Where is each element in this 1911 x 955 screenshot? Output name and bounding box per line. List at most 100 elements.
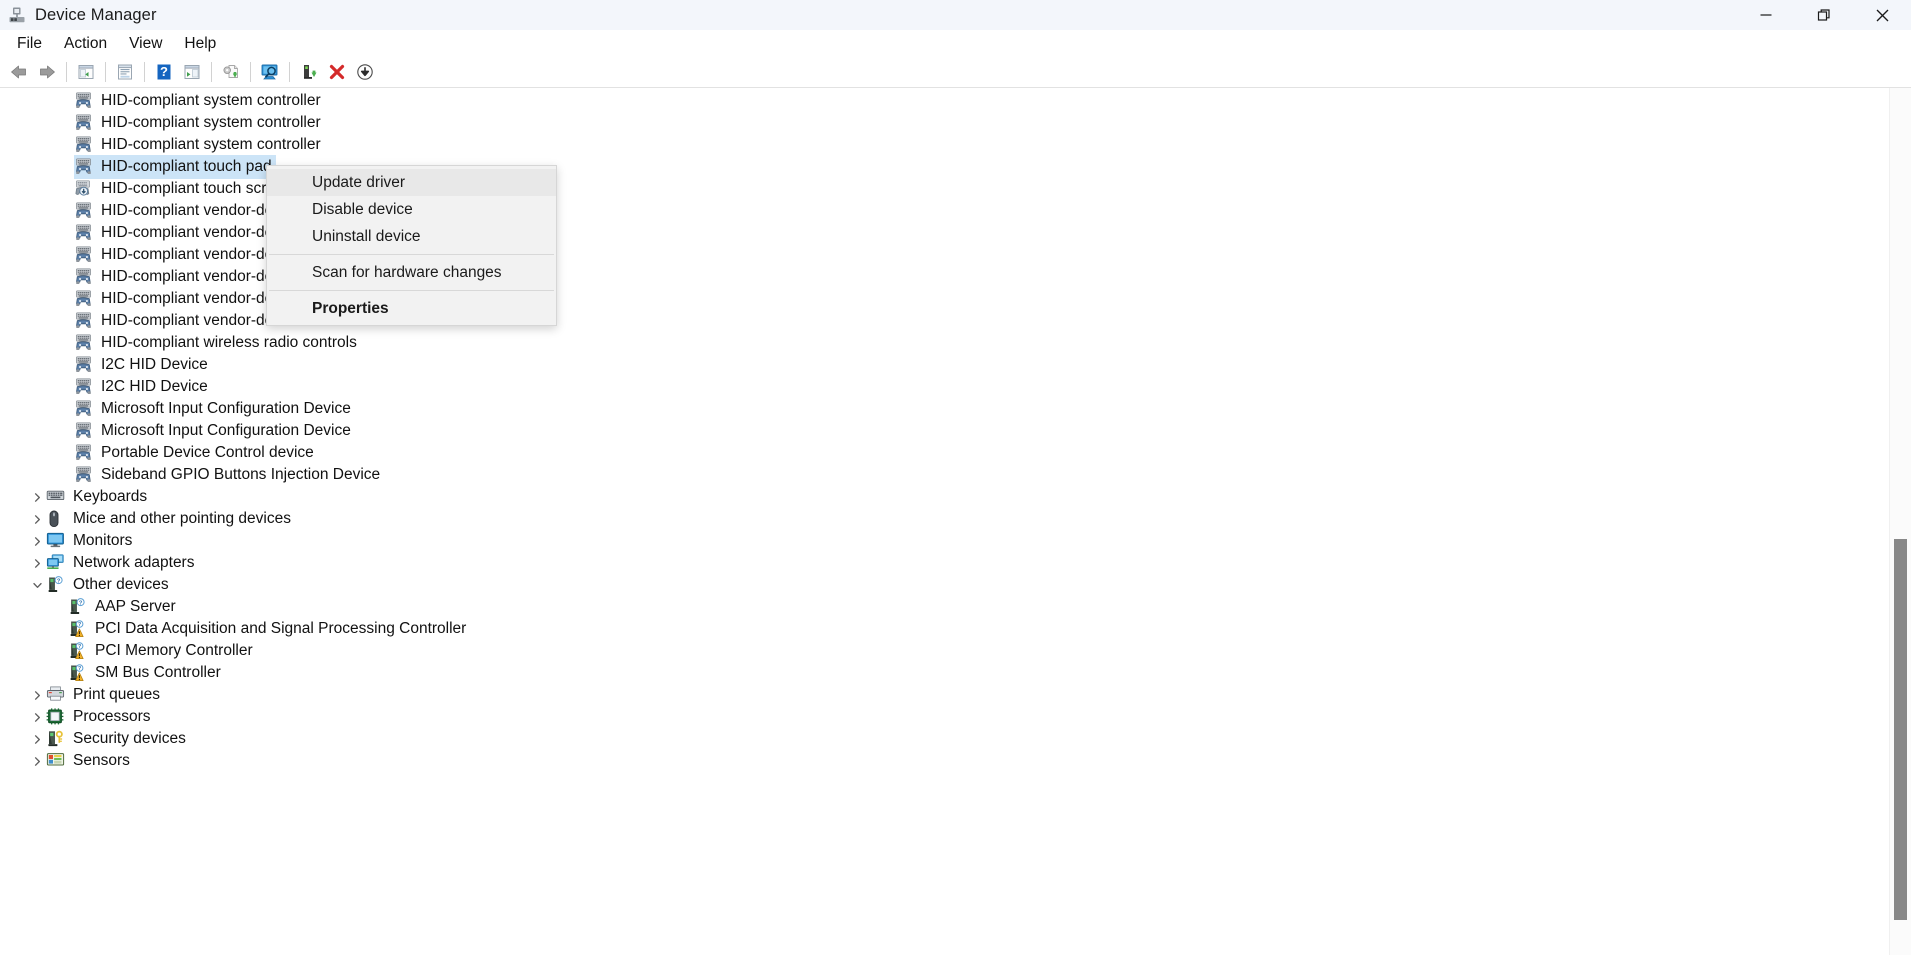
tree-category-row[interactable]: Mice and other pointing devices bbox=[0, 508, 1889, 530]
tree-row-content: ? Other devices bbox=[46, 573, 173, 597]
toolbar-separator bbox=[289, 62, 290, 82]
hid-device-icon bbox=[74, 224, 94, 242]
add-legacy-hardware-button[interactable] bbox=[351, 59, 379, 85]
uninstall-device-button[interactable] bbox=[323, 59, 351, 85]
tree-category-row[interactable]: Print queues bbox=[0, 684, 1889, 706]
tree-device-row[interactable]: HID-compliant system controller bbox=[0, 90, 1889, 112]
context-menu[interactable]: Update driver Disable device Uninstall dev… bbox=[266, 165, 557, 326]
context-menu-item-disable-device[interactable]: Disable device bbox=[267, 196, 556, 223]
tree-row-content: Sensors bbox=[46, 749, 134, 773]
tree-row-label: Keyboards bbox=[73, 488, 148, 505]
tree-device-row[interactable]: ? AAP Server bbox=[0, 596, 1889, 618]
device-manager-window: Device Manager File Action View Help ? H… bbox=[0, 0, 1911, 955]
context-menu-item-label: Disable device bbox=[312, 200, 413, 218]
tree-row-label: HID-compliant wireless radio controls bbox=[101, 334, 357, 351]
toolbar-separator bbox=[66, 62, 67, 82]
toolbar: ? bbox=[0, 57, 1911, 88]
tree-row-label: AAP Server bbox=[95, 598, 176, 615]
tree-category-row[interactable]: Monitors bbox=[0, 530, 1889, 552]
close-button[interactable] bbox=[1853, 0, 1911, 30]
scrollbar-thumb[interactable] bbox=[1894, 538, 1907, 921]
tree-category-row[interactable]: Security devices bbox=[0, 728, 1889, 750]
chevron-right-icon[interactable] bbox=[28, 706, 46, 728]
tree-row-content: I2C HID Device bbox=[74, 375, 212, 399]
tree-row-content: Sideband GPIO Buttons Injection Device bbox=[74, 463, 384, 487]
tree-device-row[interactable]: ? SM Bus Controller bbox=[0, 662, 1889, 684]
chevron-right-icon[interactable] bbox=[28, 486, 46, 508]
hid-device-icon bbox=[74, 92, 94, 110]
download-arrow-icon bbox=[357, 64, 373, 80]
context-menu-item-uninstall-device[interactable]: Uninstall device bbox=[267, 223, 556, 250]
hid-device-icon bbox=[74, 268, 94, 286]
tree-row-label: Print queues bbox=[73, 686, 161, 703]
hid-device-icon bbox=[74, 246, 94, 264]
tree-device-row[interactable]: Sideband GPIO Buttons Injection Device bbox=[0, 464, 1889, 486]
unknown-device-warning-icon: ? bbox=[68, 620, 88, 638]
tree-row-label: SM Bus Controller bbox=[95, 664, 221, 681]
forward-button[interactable] bbox=[33, 59, 61, 85]
show-hide-action-pane-button[interactable] bbox=[178, 59, 206, 85]
chevron-right-icon[interactable] bbox=[28, 552, 46, 574]
tree-category-row[interactable]: Processors bbox=[0, 706, 1889, 728]
unknown-device-warning-icon: ? bbox=[68, 642, 88, 660]
context-menu-item-scan-for-hardware-changes[interactable]: Scan for hardware changes bbox=[267, 259, 556, 286]
mouse-icon bbox=[46, 510, 66, 528]
vertical-scrollbar[interactable] bbox=[1889, 88, 1911, 955]
tree-row-content: HID-compliant system controller bbox=[74, 133, 325, 157]
back-button[interactable] bbox=[5, 59, 33, 85]
tree-device-row[interactable]: Microsoft Input Configuration Device bbox=[0, 398, 1889, 420]
restore-icon bbox=[1817, 8, 1830, 21]
tree-device-row[interactable]: I2C HID Device bbox=[0, 376, 1889, 398]
tree-row-label: I2C HID Device bbox=[101, 356, 208, 373]
chevron-right-icon[interactable] bbox=[28, 728, 46, 750]
tree-device-row[interactable]: ? PCI Memory Controller bbox=[0, 640, 1889, 662]
chevron-right-icon[interactable] bbox=[28, 508, 46, 530]
hid-touchscreen-icon bbox=[74, 180, 94, 198]
tree-category-row[interactable]: Keyboards bbox=[0, 486, 1889, 508]
chevron-down-icon[interactable] bbox=[28, 574, 46, 596]
scan-for-hardware-changes-button[interactable] bbox=[256, 59, 284, 85]
tree-row-label: Portable Device Control device bbox=[101, 444, 314, 461]
unknown-device-icon: ? bbox=[46, 576, 66, 594]
context-menu-item-label: Uninstall device bbox=[312, 227, 421, 245]
tree-device-row[interactable]: Portable Device Control device bbox=[0, 442, 1889, 464]
menu-file[interactable]: File bbox=[6, 32, 53, 56]
context-menu-separator bbox=[269, 290, 554, 291]
toolbar-separator bbox=[105, 62, 106, 82]
show-hide-console-tree-button[interactable] bbox=[72, 59, 100, 85]
menu-view[interactable]: View bbox=[118, 32, 173, 56]
chevron-right-icon[interactable] bbox=[28, 684, 46, 706]
tree-row-content: HID-compliant system controller bbox=[74, 111, 325, 135]
minimize-button[interactable] bbox=[1737, 0, 1795, 30]
tree-row-label: Microsoft Input Configuration Device bbox=[101, 422, 351, 439]
chevron-right-icon[interactable] bbox=[28, 530, 46, 552]
tree-row-content: I2C HID Device bbox=[74, 353, 212, 377]
context-menu-item-properties[interactable]: Properties bbox=[267, 295, 556, 322]
menu-help[interactable]: Help bbox=[173, 32, 227, 56]
hid-device-icon bbox=[74, 202, 94, 220]
chevron-right-icon[interactable] bbox=[28, 750, 46, 772]
maximize-button[interactable] bbox=[1795, 0, 1853, 30]
tree-row-content: Portable Device Control device bbox=[74, 441, 318, 465]
title-bar: Device Manager bbox=[0, 0, 1911, 30]
help-button[interactable]: ? bbox=[150, 59, 178, 85]
enable-device-button[interactable] bbox=[295, 59, 323, 85]
tree-device-row[interactable]: Microsoft Input Configuration Device bbox=[0, 420, 1889, 442]
tree-device-row[interactable]: ? PCI Data Acquisition and Signal Proces… bbox=[0, 618, 1889, 640]
context-menu-item-update-driver[interactable]: Update driver bbox=[267, 169, 556, 196]
device-tree-area: HID-compliant system controller HID-comp… bbox=[0, 88, 1911, 955]
tree-category-row[interactable]: Network adapters bbox=[0, 552, 1889, 574]
tree-row-content: Microsoft Input Configuration Device bbox=[74, 419, 355, 443]
menu-action[interactable]: Action bbox=[53, 32, 118, 56]
update-driver-button[interactable] bbox=[217, 59, 245, 85]
tree-device-row[interactable]: I2C HID Device bbox=[0, 354, 1889, 376]
tree-category-row[interactable]: ? Other devices bbox=[0, 574, 1889, 596]
tree-device-row[interactable]: HID-compliant system controller bbox=[0, 134, 1889, 156]
tree-device-row[interactable]: HID-compliant wireless radio controls bbox=[0, 332, 1889, 354]
tree-device-row[interactable]: HID-compliant system controller bbox=[0, 112, 1889, 134]
context-menu-item-label: Scan for hardware changes bbox=[312, 263, 502, 281]
tree-row-label: Mice and other pointing devices bbox=[73, 510, 291, 527]
hid-device-icon bbox=[74, 114, 94, 132]
properties-button[interactable] bbox=[111, 59, 139, 85]
tree-category-row[interactable]: Sensors bbox=[0, 750, 1889, 772]
